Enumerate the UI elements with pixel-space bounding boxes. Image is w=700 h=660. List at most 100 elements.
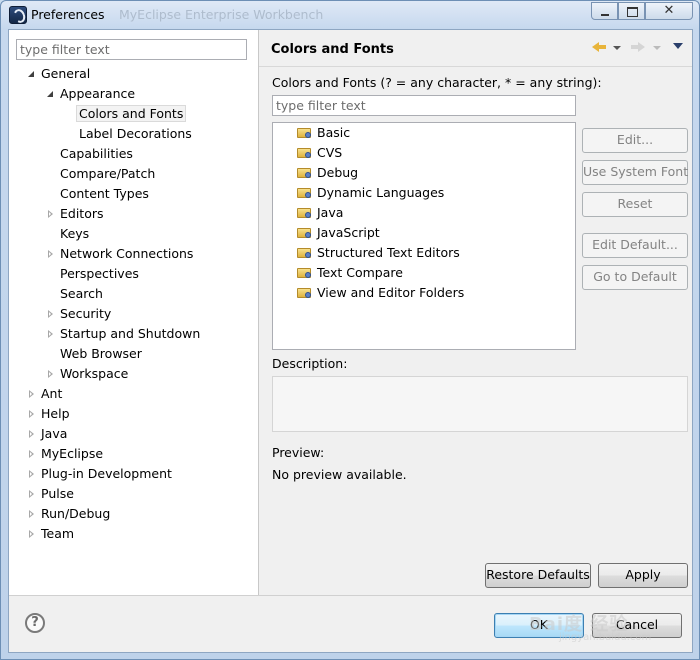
tree-item[interactable]: Run/Debug [29, 505, 110, 523]
tree-item[interactable]: Java [29, 425, 67, 443]
page-header: Colors and Fonts [259, 30, 692, 67]
cancel-button[interactable]: Cancel [592, 613, 682, 638]
help-icon[interactable]: ? [25, 613, 45, 633]
tree-item-label: Web Browser [60, 346, 142, 361]
preference-page: Colors and Fonts Colors and Fonts (? = a… [259, 30, 692, 595]
dialog-client-area: type filter text General Appearance Colors… [8, 29, 693, 653]
background-window-title: MyEclipse Enterprise Workbench [119, 7, 324, 22]
expanded-arrow-icon[interactable] [27, 69, 37, 79]
tree-item[interactable]: Pulse [29, 485, 74, 503]
tree-item[interactable]: Colors and Fonts [76, 105, 187, 123]
tree-item[interactable]: Search [60, 285, 103, 303]
category-label: CVS [317, 145, 343, 160]
tree-item-label: Security [60, 306, 112, 321]
go-to-default-button[interactable]: Go to Default [582, 265, 688, 290]
reset-button[interactable]: Reset [582, 192, 688, 217]
tree-item[interactable]: Ant [29, 385, 62, 403]
tree-item[interactable]: Startup and Shutdown [48, 325, 200, 343]
tree-item-label: Capabilities [60, 146, 133, 161]
tree-item[interactable]: Content Types [60, 185, 149, 203]
expanded-arrow-icon[interactable] [46, 89, 56, 99]
description-label: Description: [272, 356, 348, 371]
category-item[interactable]: CVS [297, 144, 343, 162]
category-item[interactable]: Text Compare [297, 264, 403, 282]
edit-default-button[interactable]: Edit Default... [582, 233, 688, 258]
tree-item[interactable]: Label Decorations [79, 125, 192, 143]
window-title: Preferences [31, 7, 105, 22]
collapsed-arrow-icon[interactable] [27, 449, 37, 459]
tree-item[interactable]: Team [29, 525, 75, 543]
tree-item[interactable]: General [28, 65, 90, 83]
font-category-folder-icon [297, 166, 312, 179]
restore-defaults-button[interactable]: Restore Defaults [485, 563, 591, 588]
tree-filter-input[interactable]: type filter text [16, 39, 247, 60]
tree-item[interactable]: Web Browser [60, 345, 142, 363]
category-item[interactable]: Structured Text Editors [297, 244, 460, 262]
tree-item[interactable]: Security [48, 305, 112, 323]
tree-item-label: Perspectives [60, 266, 139, 281]
tree-item[interactable]: Network Connections [48, 245, 193, 263]
collapsed-arrow-icon[interactable] [27, 409, 37, 419]
tree-item[interactable]: Help [29, 405, 70, 423]
view-menu-icon[interactable] [673, 43, 683, 49]
back-arrow-icon[interactable] [592, 41, 606, 53]
colors-fonts-tree[interactable]: Basic CVS Debug Dynamic Languages Java JavaSc… [272, 122, 576, 350]
category-item[interactable]: Dynamic Languages [297, 184, 444, 202]
font-category-folder-icon [297, 186, 312, 199]
collapsed-arrow-icon[interactable] [27, 389, 37, 399]
tree-item-label: Team [41, 526, 75, 541]
tree-item[interactable]: MyEclipse [29, 445, 104, 463]
collapsed-arrow-icon[interactable] [46, 309, 56, 319]
button-bar-separator [9, 595, 692, 596]
category-item[interactable]: View and Editor Folders [297, 284, 464, 302]
preferences-window: Preferences MyEclipse Enterprise Workben… [0, 0, 700, 660]
collapsed-arrow-icon[interactable] [27, 529, 37, 539]
maximize-button[interactable] [618, 2, 645, 20]
tree-item[interactable]: Perspectives [60, 265, 139, 283]
tree-item[interactable]: Plug-in Development [29, 465, 172, 483]
description-box [272, 376, 688, 432]
use-system-font-button[interactable]: Use System Font [582, 160, 688, 185]
collapsed-arrow-icon[interactable] [27, 429, 37, 439]
category-item[interactable]: Basic [297, 124, 351, 142]
collapsed-arrow-icon[interactable] [46, 249, 56, 259]
preference-tree-pane: type filter text General Appearance Colors… [9, 30, 259, 595]
collapsed-arrow-icon[interactable] [27, 509, 37, 519]
tree-item[interactable]: Compare/Patch [60, 165, 155, 183]
tree-item-label: MyEclipse [41, 446, 104, 461]
tree-item[interactable]: Appearance [47, 85, 136, 103]
category-item[interactable]: JavaScript [297, 224, 380, 242]
tree-item-label: Plug-in Development [41, 466, 172, 481]
close-button[interactable]: ✕ [645, 2, 693, 20]
font-category-folder-icon [297, 226, 312, 239]
minimize-button[interactable] [591, 2, 618, 20]
tree-item[interactable]: Keys [60, 225, 89, 243]
category-item[interactable]: Debug [297, 164, 358, 182]
edit-button[interactable]: Edit... [582, 128, 688, 153]
category-label: Basic [317, 125, 351, 140]
tree-item-label: Workspace [60, 366, 129, 381]
back-history-chevron-down-icon[interactable] [613, 46, 621, 50]
tree-item[interactable]: Editors [48, 205, 104, 223]
font-category-folder-icon [297, 206, 312, 219]
tree-item[interactable]: Capabilities [60, 145, 133, 163]
ok-button[interactable]: OK [494, 613, 584, 638]
title-bar[interactable]: Preferences MyEclipse Enterprise Workben… [1, 1, 699, 29]
forward-history-chevron-down-icon[interactable] [653, 46, 661, 50]
font-category-folder-icon [297, 146, 312, 159]
collapsed-arrow-icon[interactable] [46, 329, 56, 339]
apply-button[interactable]: Apply [598, 563, 688, 588]
tree-item-label: Label Decorations [79, 126, 192, 141]
forward-arrow-icon[interactable] [631, 41, 645, 53]
category-item[interactable]: Java [297, 204, 343, 222]
collapsed-arrow-icon[interactable] [27, 469, 37, 479]
collapsed-arrow-icon[interactable] [46, 209, 56, 219]
tree-item-label: Appearance [60, 86, 136, 101]
colors-filter-input[interactable]: type filter text [272, 95, 576, 116]
collapsed-arrow-icon[interactable] [46, 369, 56, 379]
myeclipse-logo-icon [9, 6, 27, 24]
tree-item[interactable]: Workspace [48, 365, 129, 383]
tree-item-label: Help [41, 406, 70, 421]
tree-item-label: Pulse [41, 486, 74, 501]
collapsed-arrow-icon[interactable] [27, 489, 37, 499]
